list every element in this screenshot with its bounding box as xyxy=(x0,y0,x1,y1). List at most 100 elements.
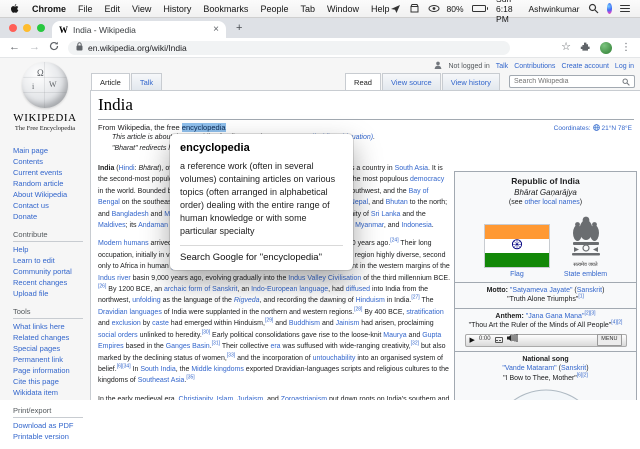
reload-icon[interactable] xyxy=(49,41,59,54)
sidebar-item-upload-file[interactable]: Upload file xyxy=(13,288,89,299)
wiki-link[interactable]: Modern humans xyxy=(98,240,149,247)
tab-view-history[interactable]: View history xyxy=(442,73,500,90)
sidebar-item-donate[interactable]: Donate xyxy=(13,211,89,222)
tab-talk[interactable]: Talk xyxy=(131,73,162,90)
wiki-link[interactable]: [6][34] xyxy=(117,364,131,370)
wiki-link[interactable]: Zoroastrianism xyxy=(281,396,327,400)
sidebar-item-page-information[interactable]: Page information xyxy=(13,365,89,376)
india-flag-image[interactable] xyxy=(484,224,550,268)
notification-center-icon[interactable] xyxy=(620,5,630,13)
address-bar[interactable]: en.wikipedia.org/wiki/India xyxy=(68,41,510,55)
flag-caption[interactable]: Flag xyxy=(510,270,524,280)
sidebar-item-printable-version[interactable]: Printable version xyxy=(13,431,89,442)
notification-app-icon[interactable] xyxy=(390,3,401,14)
wiki-link[interactable]: other local names xyxy=(524,199,579,206)
menu-chrome[interactable]: Chrome xyxy=(32,4,66,14)
menu-history[interactable]: History xyxy=(163,4,191,14)
wiki-link[interactable]: Hindi xyxy=(119,165,135,172)
sidebar-item-help[interactable]: Help xyxy=(13,244,89,255)
wiki-link[interactable]: Bangladesh xyxy=(112,211,149,218)
sidebar-item-special-pages[interactable]: Special pages xyxy=(13,343,89,354)
tab-read[interactable]: Read xyxy=(345,73,381,90)
wiki-link[interactable]: Indus Valley Civilisation xyxy=(288,275,361,282)
minimize-window-button[interactable] xyxy=(23,24,31,32)
wikipedia-logo[interactable]: Ω W i WIKIPEDIA The Free Encyclopedia xyxy=(0,60,90,132)
wiki-link[interactable]: Sri Lanka xyxy=(371,211,401,218)
volume-icon[interactable] xyxy=(507,334,519,346)
wiki-link[interactable]: Jainism xyxy=(336,320,360,327)
coordinates-value[interactable]: 21°N 78°E xyxy=(602,125,633,132)
wiki-link[interactable]: [33] xyxy=(227,352,235,358)
coordinates[interactable]: Coordinates: 21°N 78°E xyxy=(554,124,632,133)
personal-link-log-in[interactable]: Log in xyxy=(615,63,634,70)
sidebar-item-main-page[interactable]: Main page xyxy=(13,145,89,156)
wiki-link[interactable]: Judaism xyxy=(237,396,263,400)
emblem-caption[interactable]: State emblem xyxy=(564,270,607,280)
close-window-button[interactable] xyxy=(9,24,17,32)
bookmark-star-icon[interactable]: ☆ xyxy=(561,42,571,53)
personal-link-contributions[interactable]: Contributions xyxy=(514,63,555,70)
wiki-search-box[interactable] xyxy=(509,75,635,88)
wiki-link[interactable]: Dravidian languages xyxy=(98,309,162,316)
menubar-user[interactable]: Ashwinkumar xyxy=(529,4,580,14)
sidebar-item-community-portal[interactable]: Community portal xyxy=(13,266,89,277)
wiki-link[interactable]: untouchability xyxy=(313,355,356,362)
menu-window[interactable]: Window xyxy=(327,4,359,14)
wiki-link[interactable]: [35] xyxy=(186,375,194,381)
wiki-link[interactable]: "Vande Mataram" xyxy=(502,365,556,372)
wiki-link[interactable]: "Satyameva Jayate" xyxy=(510,287,573,294)
personal-link-talk[interactable]: Talk xyxy=(496,63,508,70)
wiki-link[interactable]: democracy xyxy=(410,176,444,183)
apple-menu-icon[interactable] xyxy=(10,3,20,14)
lock-icon[interactable] xyxy=(76,42,83,53)
captions-icon[interactable] xyxy=(495,337,503,343)
sidebar-item-random-article[interactable]: Random article xyxy=(13,178,89,189)
wiki-link[interactable]: era xyxy=(270,343,280,350)
fullscreen-window-button[interactable] xyxy=(37,24,45,32)
menu-file[interactable]: File xyxy=(78,4,93,14)
back-icon[interactable]: ← xyxy=(9,42,20,53)
wiki-link[interactable]: Islam xyxy=(217,396,234,400)
coordinates-label[interactable]: Coordinates: xyxy=(554,125,591,132)
wiki-link[interactable]: caste xyxy=(152,320,169,327)
wiki-link[interactable]: [6][2] xyxy=(577,372,588,378)
sidebar-item-contact-us[interactable]: Contact us xyxy=(13,200,89,211)
wiki-link[interactable]: Buddhism xyxy=(289,320,320,327)
wiki-link[interactable]: unfolding xyxy=(132,297,160,304)
menu-tab[interactable]: Tab xyxy=(300,4,315,14)
personal-link-create-account[interactable]: Create account xyxy=(561,63,608,70)
sidebar-item-recent-changes[interactable]: Recent changes xyxy=(13,277,89,288)
wiki-link[interactable]: Indo-European language xyxy=(251,286,328,293)
wiki-link[interactable]: [1] xyxy=(578,294,584,300)
wiki-link[interactable]: Sanskrit xyxy=(561,365,586,372)
profile-avatar[interactable] xyxy=(600,42,612,54)
wiki-link[interactable]: Bhutan xyxy=(386,199,408,206)
sidebar-item-what-links-here[interactable]: What links here xyxy=(13,321,89,332)
sidebar-item-download-as-pdf[interactable]: Download as PDF xyxy=(13,420,89,431)
wiki-link[interactable]: [2][3] xyxy=(584,310,595,316)
sidebar-item-cite-this-page[interactable]: Cite this page xyxy=(13,376,89,387)
box-app-icon[interactable] xyxy=(409,3,420,14)
tab-close-icon[interactable]: × xyxy=(213,25,219,35)
search-google-action[interactable]: Search Google for "encyclopedia" xyxy=(180,252,343,263)
wiki-link[interactable]: [31] xyxy=(212,341,220,347)
wiki-link[interactable]: South Asia xyxy=(395,165,428,172)
wiki-link[interactable]: Christianity xyxy=(179,396,213,400)
wiki-link[interactable]: South India xyxy=(140,366,175,373)
menu-people[interactable]: People xyxy=(260,4,288,14)
wiki-link[interactable]: Maurya xyxy=(383,332,406,339)
wiki-link[interactable]: Southeast Asia xyxy=(138,377,185,384)
eye-app-icon[interactable] xyxy=(428,3,439,14)
wiki-link[interactable]: archaic form of Sanskrit xyxy=(164,286,238,293)
player-menu-button[interactable]: MENU xyxy=(597,334,621,347)
wiki-link[interactable]: [24] xyxy=(390,238,398,244)
india-globe-map[interactable] xyxy=(488,387,604,400)
wiki-link[interactable]: Indus river xyxy=(98,275,131,282)
menu-edit[interactable]: Edit xyxy=(105,4,121,14)
wiki-link[interactable]: stratification xyxy=(406,309,443,316)
play-button[interactable]: ▶ xyxy=(470,337,475,344)
menu-bookmarks[interactable]: Bookmarks xyxy=(203,4,248,14)
tab-article[interactable]: Article xyxy=(91,73,130,90)
wiki-link[interactable]: Indonesia xyxy=(401,222,431,229)
sidebar-item-permanent-link[interactable]: Permanent link xyxy=(13,354,89,365)
